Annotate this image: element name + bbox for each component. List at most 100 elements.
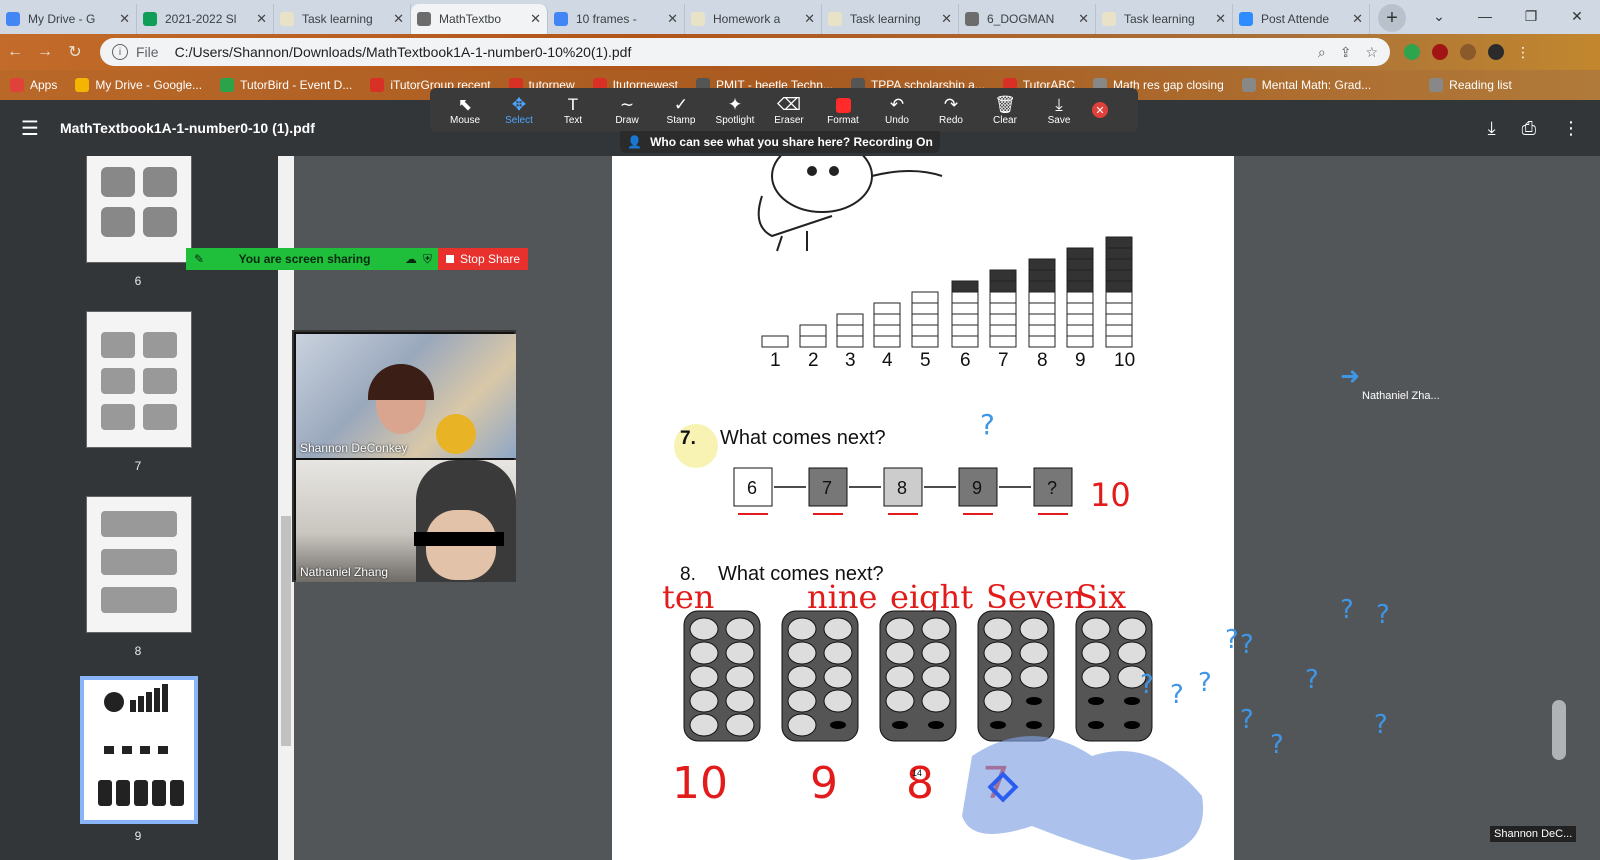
- tab-7[interactable]: 6_DOGMAN ✕: [959, 4, 1096, 34]
- tab-close-icon[interactable]: ✕: [256, 11, 267, 27]
- menu-icon[interactable]: ⋮: [1516, 44, 1530, 60]
- print-icon[interactable]: ⎙: [1522, 118, 1536, 139]
- stop-share-button[interactable]: Stop Share: [438, 248, 528, 270]
- tab-label: Task learning: [1124, 12, 1195, 26]
- tab-search-icon[interactable]: ⌄: [1416, 0, 1462, 32]
- extension-icon[interactable]: [1404, 44, 1420, 60]
- minimize-button[interactable]: —: [1462, 0, 1508, 32]
- cube: [873, 302, 901, 315]
- tab-close-icon[interactable]: ✕: [1078, 11, 1089, 27]
- tool-eraser-button[interactable]: ⌫ Eraser: [762, 95, 816, 126]
- bookmark-icon: [1241, 78, 1256, 92]
- new-tab-button[interactable]: +: [1378, 4, 1406, 32]
- share-icon[interactable]: ⇪: [1340, 44, 1352, 61]
- tab-3[interactable]: MathTextbo ✕: [411, 4, 548, 34]
- bookmark-item[interactable]: Reading list: [1429, 78, 1512, 92]
- more-icon[interactable]: ⋮: [1562, 118, 1580, 139]
- close-window-button[interactable]: ✕: [1554, 0, 1600, 32]
- tab-0[interactable]: My Drive - G ✕: [0, 4, 137, 34]
- restore-button[interactable]: ❐: [1508, 0, 1554, 32]
- cube-number: 5: [920, 350, 931, 371]
- bookmark-star-icon[interactable]: ☆: [1365, 44, 1378, 61]
- cube: [1105, 280, 1133, 293]
- back-icon[interactable]: ←: [0, 43, 30, 61]
- cube: [1105, 324, 1133, 337]
- cube: [911, 324, 939, 337]
- forward-icon[interactable]: →: [30, 43, 60, 61]
- cube: [1028, 324, 1056, 337]
- address-bar[interactable]: i File C:/Users/Shannon/Downloads/MathTe…: [100, 38, 1390, 66]
- tab-close-icon[interactable]: ✕: [530, 11, 541, 27]
- extensions: ⋮: [1404, 44, 1530, 60]
- tab-1[interactable]: 2021-2022 Sl ✕: [137, 4, 274, 34]
- video-tile[interactable]: Nathaniel Zhang: [296, 460, 516, 582]
- tab-close-icon[interactable]: ✕: [1215, 11, 1226, 27]
- tool-spotlight-button[interactable]: ✦ Spotlight: [708, 95, 762, 126]
- tool-save-button[interactable]: ⤓ Save: [1032, 95, 1086, 126]
- tool-redo-button[interactable]: ↷ Redo: [924, 95, 978, 126]
- tab-close-icon[interactable]: ✕: [667, 11, 678, 27]
- bookmark-item[interactable]: Mental Math: Grad...: [1241, 78, 1371, 92]
- tab-label: Post Attende: [1261, 12, 1330, 26]
- thumbnail-page[interactable]: [86, 156, 192, 263]
- url-text[interactable]: C:/Users/Shannon/Downloads/MathTextbook1…: [175, 44, 1304, 60]
- tool-format-button[interactable]: Format: [816, 95, 870, 126]
- menu-hamburger-icon[interactable]: ☰: [0, 116, 60, 141]
- tab-close-icon[interactable]: ✕: [393, 11, 404, 27]
- cube: [1028, 258, 1056, 271]
- cube: [1066, 247, 1094, 260]
- tab-2[interactable]: Task learning ✕: [274, 4, 411, 34]
- cube: [911, 291, 939, 304]
- puzzle-icon[interactable]: [1460, 44, 1476, 60]
- tab-close-icon[interactable]: ✕: [941, 11, 952, 27]
- sequence-value: 9: [972, 478, 982, 498]
- cube-number: 2: [808, 350, 819, 371]
- thumbnail-page-active[interactable]: [80, 676, 198, 824]
- video-tile[interactable]: Shannon DeConkey: [296, 334, 516, 458]
- tool-undo-button[interactable]: ↶ Undo: [870, 95, 924, 126]
- tab-favicon-icon: [1239, 12, 1253, 26]
- bookmark-item[interactable]: TutorBird - Event D...: [220, 78, 352, 92]
- tool-select-button[interactable]: ✥ Select: [492, 95, 546, 126]
- draw-icon: ∼: [619, 94, 635, 114]
- tool-mouse-button[interactable]: ⬉ Mouse: [438, 95, 492, 126]
- close-toolbar-button[interactable]: ✕: [1092, 102, 1108, 118]
- zoom-icon[interactable]: ⌕: [1318, 44, 1326, 61]
- tab-label: 6_DOGMAN: [987, 12, 1055, 26]
- bookmark-item[interactable]: My Drive - Google...: [75, 78, 202, 92]
- sharing-status[interactable]: ✎ You are screen sharing ☁ ⛨: [186, 248, 438, 270]
- tab-close-icon[interactable]: ✕: [119, 11, 130, 27]
- tab-8[interactable]: Task learning ✕: [1096, 4, 1233, 34]
- reload-icon[interactable]: ↻: [60, 42, 90, 62]
- tab-close-icon[interactable]: ✕: [804, 11, 815, 27]
- tab-favicon-icon: [143, 12, 157, 26]
- recording-notice[interactable]: 👤 Who can see what you share here? Recor…: [620, 131, 940, 153]
- tool-stamp-button[interactable]: ✓ Stamp: [654, 95, 708, 126]
- bookmark-item[interactable]: Apps: [10, 78, 57, 92]
- tab-9[interactable]: Post Attende ✕: [1233, 4, 1370, 34]
- ublock-icon[interactable]: [1432, 44, 1448, 60]
- tab-6[interactable]: Task learning ✕: [822, 4, 959, 34]
- tab-4[interactable]: 10 frames - ✕: [548, 4, 685, 34]
- drag-handle-icon[interactable]: ✎: [194, 252, 204, 266]
- cube: [761, 335, 789, 348]
- tool-draw-button[interactable]: ∼ Draw: [600, 95, 654, 126]
- avatar[interactable]: [1488, 44, 1504, 60]
- tool-text-button[interactable]: T Text: [546, 95, 600, 126]
- viewer-scrollbar[interactable]: [1552, 700, 1566, 760]
- tab-5[interactable]: Homework a ✕: [685, 4, 822, 34]
- sequence-value: ?: [1047, 478, 1057, 498]
- tab-close-icon[interactable]: ✕: [1352, 11, 1363, 27]
- info-icon[interactable]: i: [112, 44, 128, 60]
- tab-favicon-icon: [417, 12, 431, 26]
- cube: [989, 269, 1017, 282]
- tab-favicon-icon: [280, 12, 294, 26]
- tool-clear-button[interactable]: 🗑 Clear: [978, 95, 1032, 126]
- cube: [989, 280, 1017, 293]
- participant-label: Shannon DeC...: [1490, 826, 1577, 842]
- download-icon[interactable]: ⤓: [1488, 118, 1496, 139]
- cube: [1066, 302, 1094, 315]
- cube: [989, 313, 1017, 326]
- thumbnail-page[interactable]: [86, 496, 192, 633]
- thumbnail-page[interactable]: [86, 311, 192, 448]
